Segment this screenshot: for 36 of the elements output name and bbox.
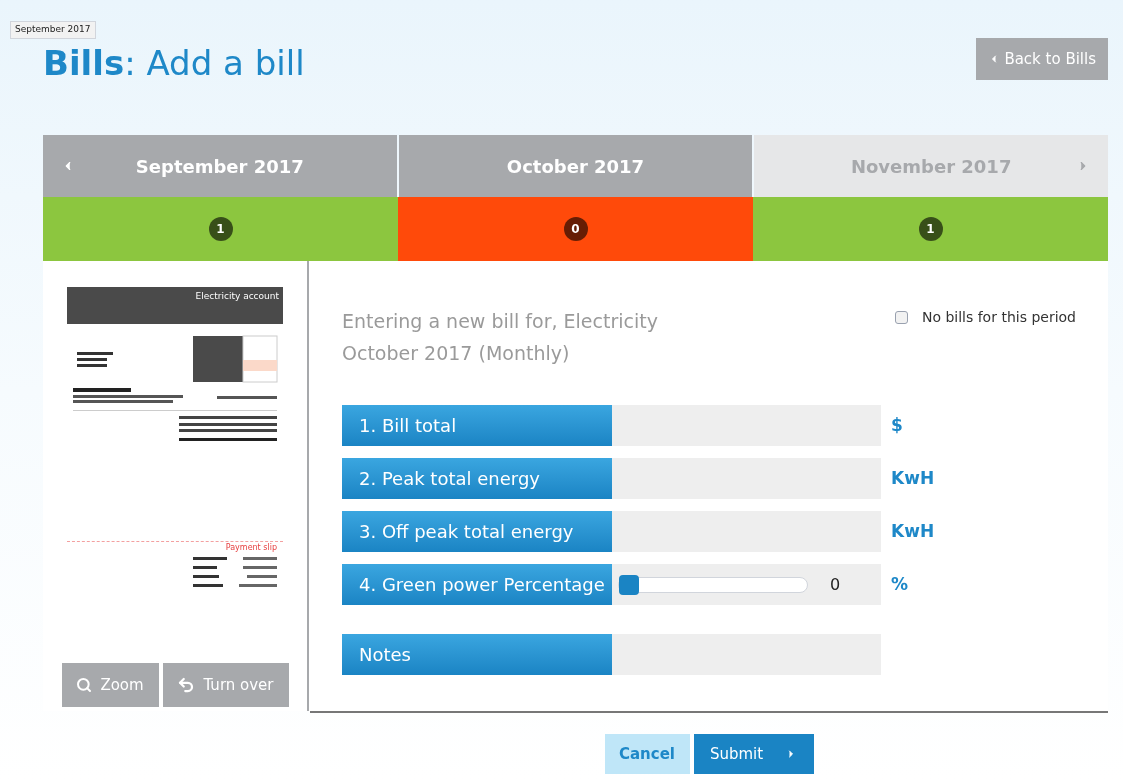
intro-text: October 2017 (Monthly) [342, 341, 571, 366]
unit-label: KwH [891, 519, 935, 543]
undo-icon [177, 676, 196, 694]
count-badge: 0 [563, 217, 588, 241]
no-bills-checkbox[interactable] [894, 310, 908, 324]
count-badge: 1 [208, 217, 233, 241]
count-badge: 1 [918, 217, 943, 241]
slip-title: Payment slip [225, 543, 277, 553]
field-label: Notes [342, 634, 612, 675]
zoom-button[interactable]: Zoom [61, 663, 159, 707]
intro-text: Entering a new bill for, Electricity [342, 309, 658, 334]
document-heading: Electricity account [195, 291, 279, 303]
unit-label: % [891, 572, 909, 596]
slider-value: 0 [830, 573, 841, 596]
unit-label: KwH [891, 466, 935, 490]
input-field[interactable] [612, 511, 881, 552]
unit-label: $ [891, 413, 903, 437]
turn-over-button[interactable]: Turn over [162, 663, 289, 707]
month-tab[interactable]: September 2017 [43, 135, 397, 197]
slider-thumb[interactable] [619, 574, 639, 595]
field-label: 3. Off peak total energy [342, 511, 612, 552]
back-button[interactable]: Back to Bills [976, 38, 1108, 80]
submit-button[interactable]: Submit [693, 734, 814, 774]
field-label: 4. Green power Percentage [342, 564, 612, 605]
field-label: 2. Peak total energy [342, 458, 612, 499]
search-icon [76, 677, 93, 693]
input-field[interactable] [612, 458, 881, 499]
notes-field[interactable] [612, 634, 881, 675]
page-title: Bills: Add a bill [43, 42, 305, 85]
cancel-button[interactable]: Cancel [604, 734, 690, 774]
no-bills-label: No bills for this period [921, 307, 1076, 327]
tooltip: September 2017 [10, 21, 96, 39]
percentage-slider[interactable]: 0 [612, 564, 881, 605]
input-field[interactable] [612, 405, 881, 446]
month-tab[interactable]: October 2017 [398, 135, 753, 197]
field-label: 1. Bill total [342, 405, 612, 446]
